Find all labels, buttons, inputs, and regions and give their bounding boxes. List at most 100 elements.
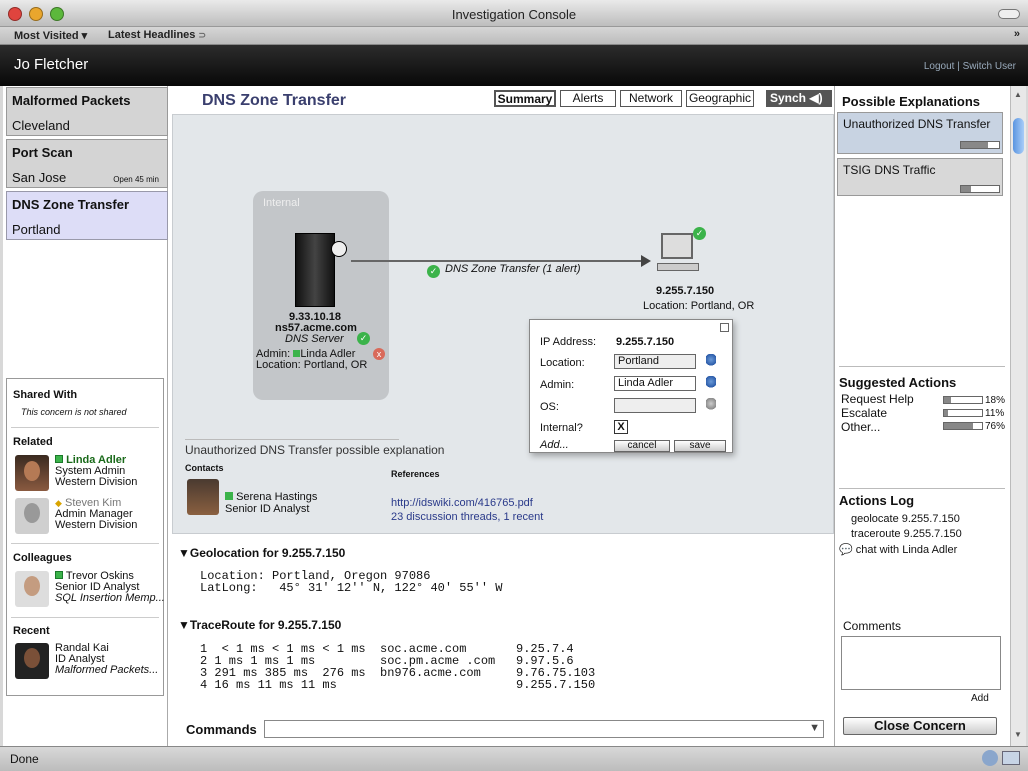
tab-summary[interactable]: Summary	[494, 90, 556, 107]
suggested-action-other[interactable]: Other...	[841, 420, 880, 434]
case-item-malformed-packets[interactable]: Malformed Packets Cleveland	[6, 87, 168, 136]
recent-title: Recent	[13, 625, 50, 637]
vertical-scrollbar[interactable]: ▲ ▼	[1010, 86, 1026, 746]
synch-button[interactable]: Synch ◀)	[766, 90, 832, 107]
related-person-steven-kim[interactable]: ◆ Steven Kim Admin Manager Western Divis…	[15, 498, 165, 538]
remove-icon[interactable]: x	[373, 348, 385, 360]
explanation-title: Unauthorized DNS Transfer possible expla…	[185, 443, 445, 457]
linux-icon	[331, 241, 347, 257]
avatar	[15, 498, 49, 534]
chat-bubble-icon: 💬	[839, 544, 853, 556]
ip-label: IP Address:	[540, 336, 597, 348]
chat-icon[interactable]	[982, 750, 998, 766]
suggestion-pct: 11%	[985, 408, 1005, 419]
logout-link[interactable]: Logout	[924, 61, 955, 72]
case-name: Port Scan	[12, 145, 73, 160]
toolbar-toggle-button[interactable]	[998, 9, 1020, 19]
mail-icon[interactable]	[1002, 751, 1020, 765]
comments-textarea[interactable]	[841, 636, 1001, 690]
log-entry: geolocate 9.255.7.150	[851, 513, 960, 525]
internal-checkbox[interactable]: X	[614, 420, 628, 434]
contact-info[interactable]: Serena Hastings	[225, 491, 317, 503]
colleague-trevor-oskins[interactable]: Trevor Oskins Senior ID Analyst SQL Inse…	[15, 571, 165, 611]
log-entry-text: chat with Linda Adler	[855, 544, 958, 556]
scroll-down-icon[interactable]: ▼	[1014, 730, 1022, 739]
colleagues-title: Colleagues	[13, 552, 72, 564]
recent-person-randal-kai[interactable]: Randal Kai ID Analyst Malformed Packets.…	[15, 643, 165, 683]
server-icon[interactable]	[295, 233, 335, 307]
cancel-button[interactable]: cancel	[614, 440, 670, 452]
likelihood-fill	[961, 142, 988, 148]
person-dept: SQL Insertion Memp...	[55, 592, 165, 604]
divider	[11, 543, 159, 544]
divider	[11, 427, 159, 428]
tab-geographic[interactable]: Geographic	[686, 90, 754, 107]
commands-input[interactable]: ▼	[264, 720, 824, 738]
contact-name: Serena Hastings	[236, 491, 318, 503]
log-entry-chat[interactable]: 💬 chat with Linda Adler	[839, 543, 957, 556]
check-icon: ✓	[427, 265, 440, 278]
likelihood-bar	[960, 141, 1000, 149]
traceroute-title: TraceRoute for 9.255.7.150	[189, 618, 342, 632]
suggestion-fill	[944, 410, 949, 416]
commands-label: Commands	[186, 722, 257, 737]
computer-icon[interactable]	[661, 233, 693, 259]
suggestion-bar	[943, 422, 983, 430]
collapse-triangle-icon: ▼	[178, 618, 190, 632]
popup-close-button[interactable]	[720, 323, 729, 332]
window-title: Investigation Console	[451, 7, 577, 22]
server-role: DNS Server	[285, 333, 344, 345]
dropdown-arrow-icon[interactable]: ▼	[809, 722, 820, 734]
link-separator: |	[957, 61, 960, 72]
explanation-label: TSIG DNS Traffic	[843, 163, 936, 177]
locate-pin-icon[interactable]	[706, 354, 716, 368]
add-field-link[interactable]: Add...	[540, 439, 569, 451]
os-label: OS:	[540, 401, 559, 413]
related-person-linda-adler[interactable]: Linda Adler System Admin Western Divisio…	[15, 455, 165, 495]
contact-role: Senior ID Analyst	[225, 503, 310, 515]
social-panel: Shared With This concern is not shared R…	[6, 378, 165, 696]
status-bar: Done	[0, 746, 1028, 771]
person-info: ◆ Steven Kim Admin Manager Western Divis…	[55, 498, 137, 531]
add-comment-button[interactable]: Add	[971, 693, 989, 704]
edge-label[interactable]: DNS Zone Transfer (1 alert)	[445, 263, 581, 275]
person-info: Linda Adler System Admin Western Divisio…	[55, 455, 137, 488]
status-text: Done	[10, 752, 39, 766]
case-item-port-scan[interactable]: Port Scan San Jose Open 45 min	[6, 139, 168, 188]
case-item-dns-zone-transfer[interactable]: DNS Zone Transfer Portland	[6, 191, 168, 240]
network-canvas: Internal 9.33.10.18 ns57.acme.com DNS Se…	[172, 114, 834, 534]
person-dept: Western Division	[55, 519, 138, 531]
trace-host: bn976.acme.com	[380, 666, 481, 680]
switch-user-link[interactable]: Switch User	[963, 61, 1016, 72]
traceroute-header[interactable]: ▼TraceRoute for 9.255.7.150	[178, 618, 341, 632]
connection-edge[interactable]	[351, 260, 643, 262]
locate-pin-icon[interactable]	[706, 376, 716, 390]
tab-alerts[interactable]: Alerts	[560, 90, 616, 107]
explanation-item-unauthorized[interactable]: Unauthorized DNS Transfer	[837, 112, 1003, 154]
explanation-item-tsig[interactable]: TSIG DNS Traffic	[837, 158, 1003, 196]
admin-field[interactable]: Linda Adler	[614, 376, 696, 391]
suggested-action-escalate[interactable]: Escalate	[841, 406, 887, 420]
scrollbar-thumb[interactable]	[1013, 118, 1024, 154]
geolocation-header[interactable]: ▼Geolocation for 9.255.7.150	[178, 546, 345, 560]
tab-network[interactable]: Network	[620, 90, 682, 107]
divider	[839, 366, 1005, 367]
person-info: Randal Kai ID Analyst Malformed Packets.…	[55, 643, 158, 676]
suggested-action-request-help[interactable]: Request Help	[841, 392, 914, 406]
reference-link-threads[interactable]: 23 discussion threads, 1 recent	[391, 511, 543, 523]
reference-link-pdf[interactable]: http://idswiki.com/416765.pdf	[391, 497, 533, 509]
overflow-chevron-icon[interactable]: »	[1014, 28, 1020, 40]
save-button[interactable]: save	[674, 440, 726, 452]
latest-headlines-link[interactable]: Latest Headlines ⊃	[108, 29, 206, 41]
right-panel: Possible Explanations Unauthorized DNS T…	[834, 86, 1010, 746]
node-details-popup: IP Address: 9.255.7.150 Location: Portla…	[529, 319, 733, 453]
ip-value: 9.255.7.150	[616, 336, 675, 348]
actions-log-title: Actions Log	[839, 493, 915, 508]
close-concern-button[interactable]: Close Concern	[843, 717, 997, 735]
locate-pin-icon[interactable]	[706, 398, 716, 412]
most-visited-menu[interactable]: Most Visited ▾	[14, 29, 87, 42]
scroll-up-icon[interactable]: ▲	[1014, 90, 1022, 99]
location-field[interactable]: Portland	[614, 354, 696, 369]
os-field[interactable]	[614, 398, 696, 413]
synch-label: Synch	[770, 91, 807, 105]
